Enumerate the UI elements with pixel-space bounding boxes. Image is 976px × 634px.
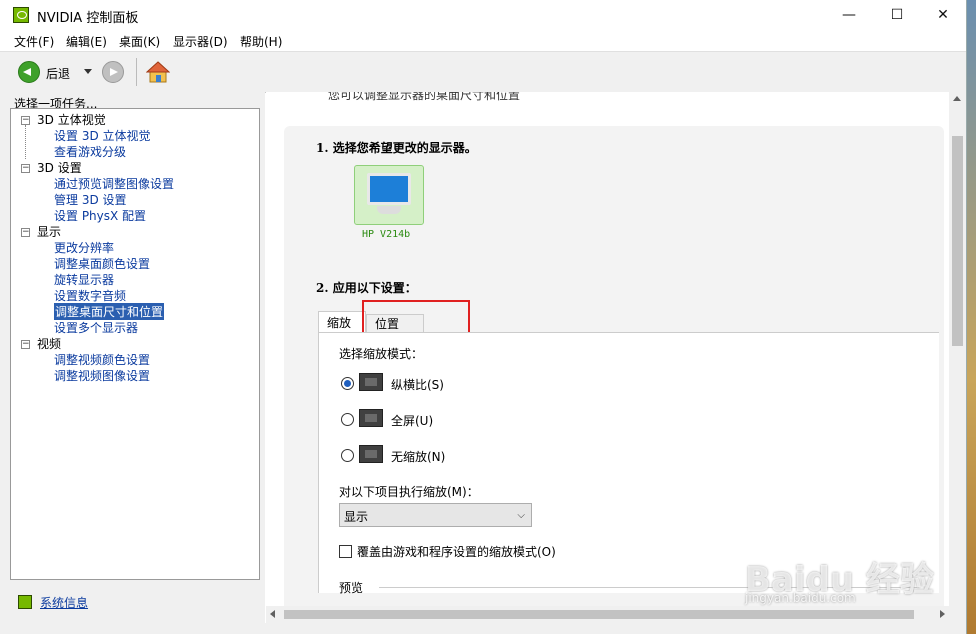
home-icon[interactable]	[145, 60, 171, 84]
step-2-heading: 2. 应用以下设置：	[316, 281, 417, 295]
status-bar	[0, 623, 966, 634]
scroll-right-icon[interactable]	[940, 610, 945, 618]
full-screen-icon	[359, 409, 383, 427]
display-selector[interactable]	[354, 165, 424, 225]
vertical-scrollbar[interactable]	[949, 92, 966, 606]
maximize-button[interactable]: ☐	[874, 0, 920, 30]
system-info-label[interactable]: 系统信息	[40, 594, 88, 611]
collapse-icon[interactable]: −	[21, 164, 30, 173]
back-arrow-icon[interactable]	[18, 61, 40, 83]
monitor-stand	[377, 206, 401, 214]
perform-scaling-on-label: 对以下项目执行缩放(M)：	[339, 485, 479, 499]
task-sidebar: 选择一项任务... − 3D 立体视觉 设置 3D 立体视觉 查看游戏分级 − …	[0, 92, 265, 634]
scale-mode-label: 选择缩放模式：	[339, 347, 424, 361]
menu-desktop[interactable]: 桌面(K)	[119, 33, 160, 50]
history-dropdown-icon[interactable]	[84, 69, 92, 74]
tree-item-video-color[interactable]: 调整视频颜色设置	[54, 351, 150, 368]
minimize-button[interactable]: —	[826, 0, 872, 30]
close-button[interactable]: ✕	[920, 0, 966, 30]
toolbar-separator	[136, 58, 137, 86]
tree-item-rotate-display[interactable]: 旋转显示器	[54, 271, 114, 288]
menu-file[interactable]: 文件(F)	[14, 33, 54, 50]
tree-group-3d-settings[interactable]: 3D 设置	[37, 159, 82, 176]
scrollbar-corner	[949, 606, 966, 623]
scroll-up-icon[interactable]	[953, 96, 961, 101]
tree-item-game-ratings[interactable]: 查看游戏分级	[54, 143, 126, 160]
menu-edit[interactable]: 编辑(E)	[66, 33, 107, 50]
radio-full-screen-label[interactable]: 全屏(U)	[391, 412, 433, 429]
no-scaling-icon	[359, 445, 383, 463]
radio-aspect-ratio-label[interactable]: 纵横比(S)	[391, 376, 444, 393]
settings-panel: 1. 选择您希望更改的显示器。 HP V214b 2. 应用以下设置： 缩放 位…	[284, 126, 944, 606]
task-tree: − 3D 立体视觉 设置 3D 立体视觉 查看游戏分级 − 3D 设置 通过预览…	[10, 108, 260, 580]
title-bar: NVIDIA 控制面板 — ☐ ✕	[0, 0, 966, 30]
tree-item-multiple-displays[interactable]: 设置多个显示器	[54, 319, 138, 336]
select-value: 显示	[344, 510, 369, 524]
menu-bar: 文件(F) 编辑(E) 桌面(K) 显示器(D) 帮助(H)	[0, 30, 966, 51]
tab-scaling[interactable]: 缩放	[318, 311, 366, 333]
baidu-watermark-url: jingyan.baidu.com	[745, 591, 856, 605]
step-1-heading: 1. 选择您希望更改的显示器。	[316, 141, 477, 155]
override-scaling-checkbox[interactable]	[339, 545, 352, 558]
menu-display[interactable]: 显示器(D)	[173, 33, 228, 50]
content-pane: 您可以调整显示器的桌面尺寸和位置 1. 选择您希望更改的显示器。 HP V214…	[266, 92, 949, 606]
window-title: NVIDIA 控制面板	[37, 11, 139, 26]
tree-item-video-image[interactable]: 调整视频图像设置	[54, 367, 150, 384]
collapse-icon[interactable]: −	[21, 340, 30, 349]
menu-help[interactable]: 帮助(H)	[240, 33, 282, 50]
horizontal-scroll-thumb[interactable]	[284, 610, 914, 619]
chevron-down-icon: ⌵	[517, 510, 525, 521]
horizontal-scrollbar[interactable]	[266, 606, 949, 623]
nvidia-logo-icon	[13, 7, 29, 23]
tree-item-digital-audio[interactable]: 设置数字音频	[54, 287, 126, 304]
tree-item-physx[interactable]: 设置 PhysX 配置	[54, 207, 146, 224]
tree-item-manage-3d-settings[interactable]: 管理 3D 设置	[54, 191, 127, 208]
back-button-label[interactable]: 后退	[46, 65, 70, 82]
nvidia-logo-icon	[18, 595, 32, 609]
forward-arrow-icon[interactable]	[102, 61, 124, 83]
collapse-icon[interactable]: −	[21, 228, 30, 237]
tree-item-desktop-size-position[interactable]: 调整桌面尺寸和位置	[54, 303, 165, 320]
tree-group-3d-stereo[interactable]: 3D 立体视觉	[37, 111, 106, 128]
scroll-left-icon[interactable]	[270, 610, 275, 618]
tree-group-video[interactable]: 视频	[37, 335, 61, 352]
monitor-name: HP V214b	[362, 229, 411, 240]
tree-item-preview-image-settings[interactable]: 通过预览调整图像设置	[54, 175, 174, 192]
perform-scaling-on-select[interactable]: 显示 ⌵	[339, 503, 532, 527]
desktop-background	[966, 0, 976, 634]
radio-full-screen[interactable]	[341, 413, 354, 426]
aspect-ratio-icon	[359, 373, 383, 391]
tree-item-change-resolution[interactable]: 更改分辨率	[54, 239, 114, 256]
page-description: 您可以调整显示器的桌面尺寸和位置	[328, 92, 521, 102]
vertical-scroll-thumb[interactable]	[952, 136, 963, 346]
app-window: NVIDIA 控制面板 — ☐ ✕ 文件(F) 编辑(E) 桌面(K) 显示器(…	[0, 0, 967, 634]
collapse-icon[interactable]: −	[21, 116, 30, 125]
tree-connector	[25, 125, 26, 159]
tree-item-setup-3d-stereo[interactable]: 设置 3D 立体视觉	[54, 127, 151, 144]
monitor-icon	[367, 173, 411, 205]
tree-item-desktop-color[interactable]: 调整桌面颜色设置	[54, 255, 150, 272]
radio-aspect-ratio[interactable]	[341, 377, 354, 390]
radio-no-scaling-label[interactable]: 无缩放(N)	[391, 448, 445, 465]
radio-no-scaling[interactable]	[341, 449, 354, 462]
preview-label: 预览	[339, 581, 364, 595]
override-scaling-label[interactable]: 覆盖由游戏和程序设置的缩放模式(O)	[357, 543, 556, 560]
toolbar: 后退	[0, 51, 966, 93]
tree-group-display[interactable]: 显示	[37, 223, 61, 240]
